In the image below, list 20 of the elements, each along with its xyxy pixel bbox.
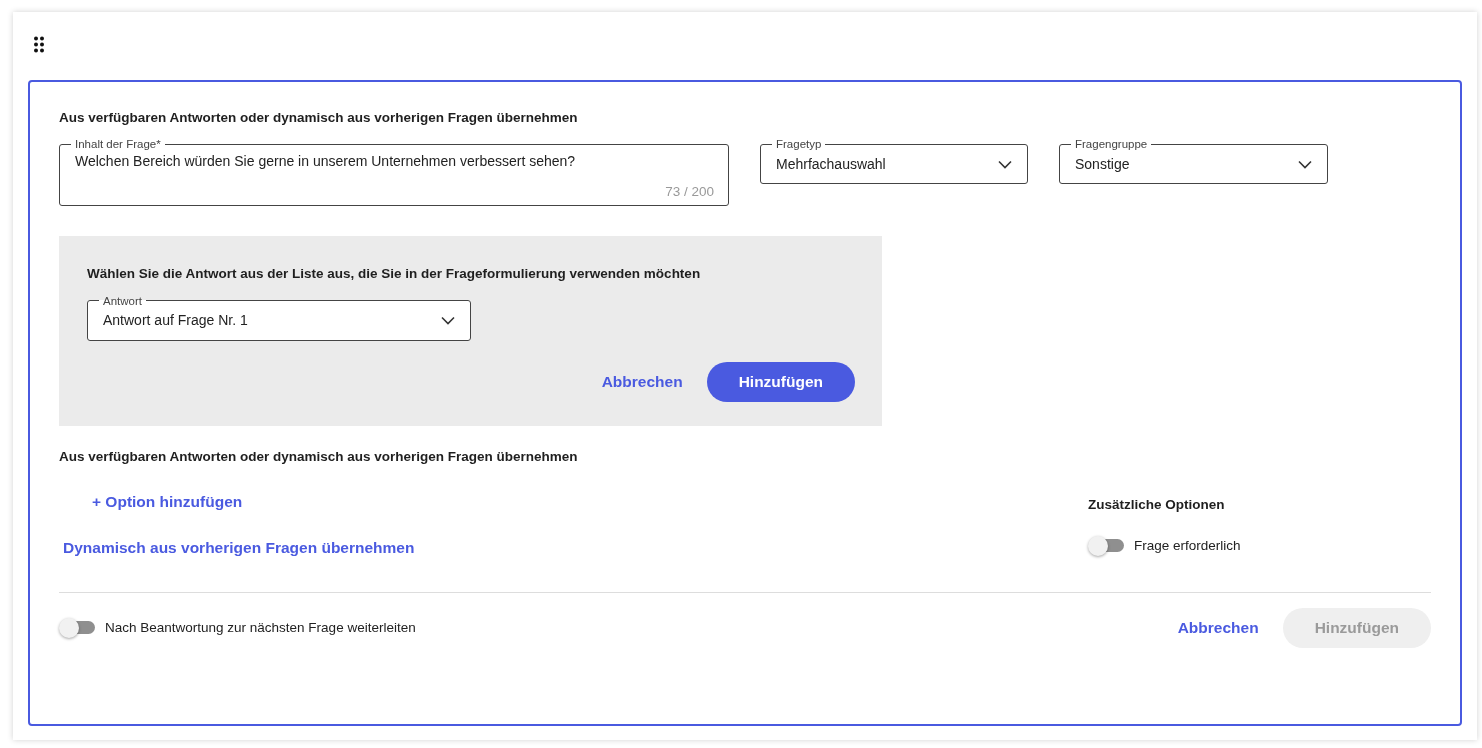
- panel-title: Wählen Sie die Antwort aus der Liste aus, die Sie in der Frageformulierung verwenden möchten: [87, 265, 702, 284]
- dropdown-field[interactable]: Fragetyp Mehrfachauswahl: [760, 137, 1028, 185]
- drag-handle-icon[interactable]: [33, 35, 45, 53]
- question-text-field[interactable]: Inhalt der Frage* Welchen Bereich würden Sie gerne in unserem Unternehmen verbessert sehen? 73 / 200: [59, 137, 729, 207]
- toggle-label: Frage erforderlich: [1134, 536, 1241, 555]
- additional-options-title: Zusätzliche Optionen: [1088, 496, 1226, 515]
- toggle-label: Nach Beantwortung zur nächsten Frage weiterleiten: [105, 618, 416, 637]
- section-title: Aus verfügbaren Antworten oder dynamisch aus vorherigen Fragen übernehmen: [59, 109, 579, 127]
- toggle-switch[interactable]: [59, 618, 97, 638]
- dynamic-import-link[interactable]: Dynamisch aus vorherigen Fragen übernehmen: [63, 535, 415, 559]
- toggle-switch[interactable]: [1088, 535, 1126, 556]
- dropdown-field[interactable]: Fragengruppe Sonstige: [1059, 137, 1328, 185]
- cancel-button[interactable]: Abbrechen: [601, 369, 683, 394]
- add-option-link[interactable]: + Option hinzufügen: [92, 489, 243, 513]
- add-button[interactable]: Hinzufügen: [706, 361, 855, 402]
- chevron-down-icon: [441, 316, 455, 325]
- section-title: Aus verfügbaren Antworten oder dynamisch aus vorherigen Fragen übernehmen: [59, 448, 579, 467]
- chevron-down-icon: [998, 159, 1012, 169]
- cancel-button[interactable]: Abbrechen: [1177, 616, 1259, 640]
- chevron-down-icon: [1298, 159, 1312, 169]
